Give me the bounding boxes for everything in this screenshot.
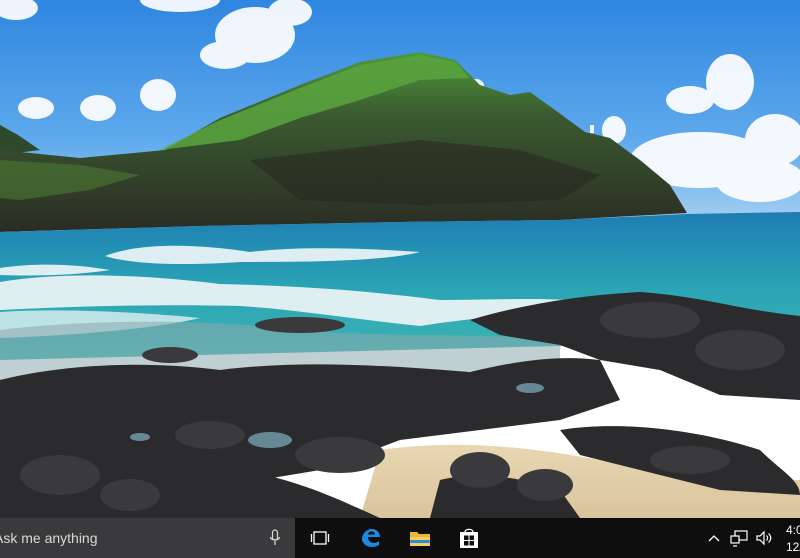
clock-time[interactable]: 4:0 xyxy=(786,522,800,538)
desktop-wallpaper xyxy=(0,0,800,518)
store-icon[interactable] xyxy=(457,526,481,550)
file-explorer-icon[interactable] xyxy=(408,526,432,550)
search-input[interactable]: Ask me anything xyxy=(0,530,98,546)
task-view-icon[interactable] xyxy=(308,526,332,550)
taskbar: Ask me anything 4:0 12 xyxy=(0,518,800,558)
clock-date[interactable]: 12/ xyxy=(786,539,800,555)
volume-icon[interactable] xyxy=(755,528,773,548)
microphone-icon[interactable] xyxy=(269,529,281,547)
edge-icon[interactable] xyxy=(358,526,382,550)
network-icon[interactable] xyxy=(730,528,748,548)
wallpaper-image xyxy=(0,0,800,518)
search-box[interactable]: Ask me anything xyxy=(0,518,295,558)
chevron-up-icon[interactable] xyxy=(707,528,721,548)
